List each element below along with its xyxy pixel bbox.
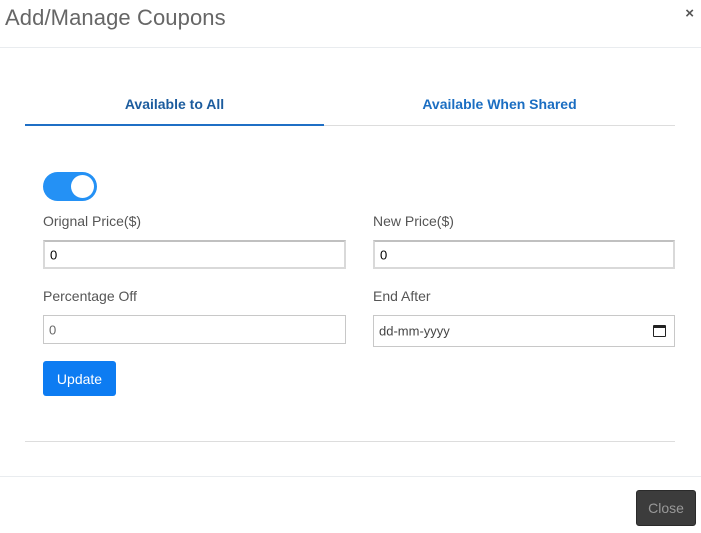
close-icon[interactable]: × [685,6,694,21]
active-tab-indicator [25,124,324,126]
toggle-knob [71,175,94,198]
original-price-input[interactable]: 0 [43,240,346,269]
calendar-icon[interactable] [653,325,666,337]
percentage-off-value: 0 [49,322,57,337]
percentage-off-label: Percentage Off [43,288,137,304]
coupon-modal: Add/Manage Coupons × Available to All Av… [0,0,701,533]
modal-title: Add/Manage Coupons [5,5,226,30]
percentage-off-input[interactable]: 0 [43,315,346,344]
modal-footer: Close [0,476,701,533]
original-price-label: Orignal Price($) [43,213,142,229]
new-price-label: New Price($) [373,213,454,229]
form-divider [25,441,675,442]
modal-header: Add/Manage Coupons × [0,0,701,48]
end-after-label: End After [373,288,431,304]
update-button[interactable]: Update [43,361,116,396]
end-after-date-input[interactable]: dd-mm-yyyy [373,315,675,347]
tab-available-when-shared[interactable]: Available When Shared [324,84,675,126]
new-price-value: 0 [380,247,388,262]
new-price-input[interactable]: 0 [373,240,675,269]
coupon-active-toggle[interactable] [43,172,97,201]
tab-available-to-all[interactable]: Available to All [25,84,324,126]
coupon-tabs: Available to All Available When Shared [25,84,675,126]
original-price-value: 0 [50,247,58,262]
end-after-placeholder: dd-mm-yyyy [379,323,450,339]
close-button[interactable]: Close [636,490,696,526]
